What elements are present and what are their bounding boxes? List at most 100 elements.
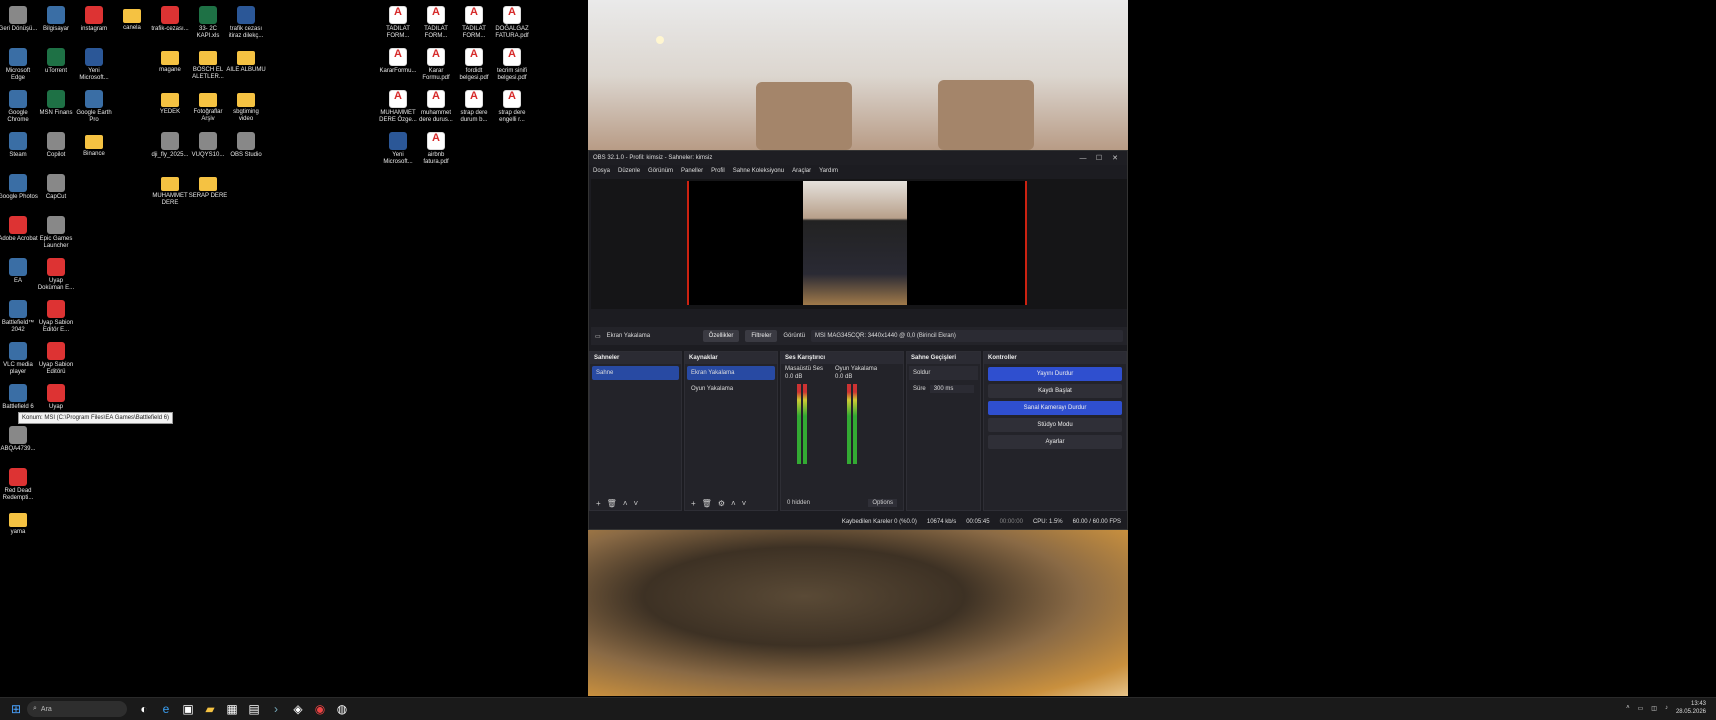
desktop-icon[interactable]: MSN Finans [36,90,76,117]
network-icon[interactable]: ◫ [1651,705,1657,712]
virtual-cam-button[interactable]: Sanal Kamerayı Durdur [988,401,1122,415]
clock[interactable]: 13:43 28.05.2026 [1676,700,1706,716]
add-icon[interactable]: + [691,499,696,508]
desktop-icon[interactable]: Uyap Sabion Editörü [36,342,76,376]
desktop-icon[interactable]: Steam [0,132,38,159]
desktop-icon[interactable]: Copilot [36,132,76,159]
desktop-icon[interactable]: uTorrent [36,48,76,75]
desktop-icon[interactable]: instagram [74,6,114,33]
trash-icon[interactable]: 🗑 [607,499,617,508]
desktop-icon[interactable]: DOĞALGAZ FATURA.pdf [492,6,532,40]
terminal-icon[interactable]: › [266,699,286,719]
desktop-icon[interactable]: TADILAT FORM... [454,6,494,40]
desktop-icon[interactable]: Yeni Microsoft... [378,132,418,166]
desktop-icon[interactable]: TADILAT FORM... [416,6,456,40]
settings-button[interactable]: Ayarlar [988,435,1122,449]
preview-area[interactable] [591,179,1127,309]
obs-icon[interactable]: ◍ [332,699,352,719]
desktop-icon[interactable]: Uyap Doküman E... [36,258,76,292]
desktop-icon[interactable]: trafik-cezası... [150,6,190,33]
desktop-icon[interactable]: Geri Dönüşü... [0,6,38,33]
menu-item[interactable]: Araçlar [792,168,811,174]
desktop-icon[interactable]: Google Chrome [0,90,38,124]
desktop-icon[interactable]: muhammet dere durus... [416,90,456,124]
gear-icon[interactable]: ⚙ [718,499,725,508]
transition-select[interactable]: Soldur [909,366,978,380]
teams-icon[interactable]: ▣ [178,699,198,719]
desktop-icon[interactable]: yama [0,510,38,536]
desktop-icon[interactable]: tecrim sinifi belgesi.pdf [492,48,532,82]
menu-item[interactable]: Görünüm [648,168,673,174]
copilot-icon[interactable]: ◐ [134,699,154,719]
search-box[interactable]: ⌕ Ara [27,701,127,717]
desktop-icon[interactable]: MUHAMMET DERE [150,174,190,207]
up-icon[interactable]: ˄ [623,499,628,508]
menu-item[interactable]: Paneller [681,168,703,174]
menu-item[interactable]: Düzenle [618,168,640,174]
studio-mode-button[interactable]: Stüdyo Modu [988,418,1122,432]
desktop-icon[interactable]: dji_fly_2025... [150,132,190,159]
calendar-icon[interactable]: ▤ [244,699,264,719]
desktop-icon[interactable]: VLC media player [0,342,38,376]
desktop-icon[interactable]: airbnb fatura.pdf [416,132,456,166]
desktop-icon[interactable]: Battlefield 6 [0,384,38,411]
desktop-icon[interactable]: CapCut [36,174,76,201]
maximize-button[interactable]: ☐ [1091,154,1107,162]
trash-icon[interactable]: 🗑 [702,499,712,508]
scene-item[interactable]: Sahne [592,366,679,380]
volume-icon[interactable]: ♪ [1665,705,1668,711]
options-button[interactable]: Options [868,499,897,507]
source-item[interactable]: Ekran Yakalama [687,366,775,380]
desktop-icon[interactable]: OBS Studio [226,132,266,159]
desktop-icon[interactable]: Battlefield™ 2042 [0,300,38,334]
stop-stream-button[interactable]: Yayını Durdur [988,367,1122,381]
desktop-icon[interactable]: strap dere durum b... [454,90,494,124]
menu-item[interactable]: Sahne Koleksiyonu [733,168,784,174]
desktop-icon[interactable]: Binance [74,132,114,158]
desktop-icon[interactable]: sbgtiming video [226,90,266,123]
display-icon[interactable]: ▭ [1638,705,1644,712]
app-icon[interactable]: ◈ [288,699,308,719]
source-item[interactable]: Oyun Yakalama [687,382,775,396]
desktop-icon[interactable]: Adobe Acrobat [0,216,38,243]
minimize-button[interactable]: — [1075,155,1091,162]
desktop-icon[interactable]: SERAP DERE [188,174,228,200]
desktop-icon[interactable]: TADILAT FORM... [378,6,418,40]
down-icon[interactable]: ˅ [634,499,639,508]
desktop-icon[interactable]: fordidt belgesi.pdf [454,48,494,82]
desktop-icon[interactable]: Bilgisayar [36,6,76,33]
desktop-icon[interactable]: Uyap [36,384,76,411]
desktop-icon[interactable]: Google Photos [0,174,38,201]
close-button[interactable]: ✕ [1107,154,1123,162]
up-icon[interactable]: ˄ [731,499,736,508]
desktop-icon[interactable]: EA [0,258,38,285]
desktop-icon[interactable]: KararFormu... [378,48,418,75]
record-button[interactable]: Kaydı Başlat [988,384,1122,398]
display-select[interactable]: MSI MAG345CQR: 3440x1440 @ 0,0 (Birincil… [811,330,1123,342]
menu-item[interactable]: Profil [711,168,725,174]
desktop-icon[interactable]: ABQA4739... [0,426,38,453]
desktop-icon[interactable]: trafik cezası itiraz dilekç... [226,6,266,40]
menu-item[interactable]: Yardım [819,168,838,174]
desktop-icon[interactable]: Google Earth Pro [74,90,114,124]
desktop-icon[interactable]: Yeni Microsoft... [74,48,114,82]
store-icon[interactable]: ▦ [222,699,242,719]
desktop-icon[interactable]: AILE ALBUMU [226,48,266,74]
chevron-up-icon[interactable]: ˄ [1626,705,1630,711]
desktop-icon[interactable]: BOSCH EL ALETLER... [188,48,228,81]
desktop-icon[interactable]: strap dere engelli r... [492,90,532,124]
desktop-icon[interactable]: canela [112,6,152,32]
edge-icon[interactable]: e [156,699,176,719]
chrome-icon[interactable]: ◉ [310,699,330,719]
add-icon[interactable]: + [596,499,601,508]
properties-button[interactable]: Özellikler [702,330,740,342]
file-explorer-icon[interactable]: ▰ [200,699,220,719]
desktop-icon[interactable]: Red Dead Redempti... [0,468,38,502]
desktop-icon[interactable]: Uyap Sabion Editör E... [36,300,76,334]
start-icon[interactable]: ⊞ [6,699,26,719]
desktop-icon[interactable]: Microsoft Edge [0,48,38,82]
duration-input[interactable]: 300 ms [929,385,974,393]
desktop-icon[interactable]: 33- 2C KAPI.xls [188,6,228,40]
desktop-icon[interactable]: YEDEK [150,90,190,116]
desktop-icon[interactable]: VUQYS10... [188,132,228,159]
